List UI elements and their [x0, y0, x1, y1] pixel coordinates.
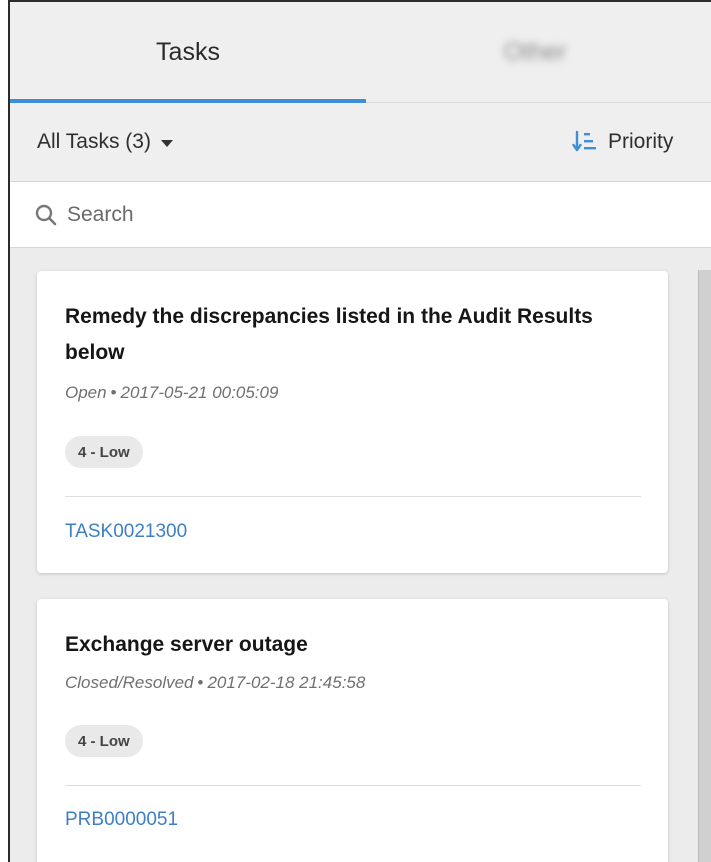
tasks-panel: Tasks Other All Tasks (3) Priority Searc…: [8, 0, 711, 862]
priority-badge: 4 - Low: [65, 725, 143, 757]
task-timestamp: 2017-05-21 00:05:09: [120, 383, 279, 402]
task-meta: Closed/Resolved • 2017-02-18 21:45:58: [65, 673, 365, 693]
caret-down-icon: [160, 139, 173, 147]
sort-label: Priority: [608, 130, 674, 153]
task-filter-dropdown[interactable]: All Tasks (3): [37, 103, 173, 181]
task-card[interactable]: Exchange server outage Closed/Resolved • 2…: [37, 599, 668, 862]
sort-priority-button[interactable]: Priority: [572, 103, 673, 181]
separator-dot: •: [197, 673, 204, 692]
tab-other[interactable]: Other: [370, 2, 700, 102]
side-panel-edge: [698, 270, 711, 862]
sort-icon: [572, 130, 596, 152]
tab-tasks[interactable]: Tasks: [10, 2, 366, 102]
card-divider: [65, 785, 641, 786]
task-title: Exchange server outage: [65, 633, 308, 656]
task-status: Open: [65, 383, 107, 402]
task-number-link[interactable]: TASK0021300: [65, 521, 187, 543]
filter-bar: All Tasks (3) Priority: [10, 103, 711, 182]
tab-bar: Tasks Other: [10, 2, 711, 103]
priority-badge: 4 - Low: [65, 436, 143, 468]
separator-dot: •: [110, 383, 117, 402]
task-list: Remedy the discrepancies listed in the A…: [10, 248, 711, 862]
tab-tasks-label: Tasks: [156, 37, 220, 66]
task-title: Remedy the discrepancies listed in the A…: [65, 305, 593, 364]
task-meta: Open • 2017-05-21 00:05:09: [65, 383, 278, 403]
search-icon: [35, 204, 57, 225]
task-card[interactable]: Remedy the discrepancies listed in the A…: [37, 271, 668, 573]
search-bar: [10, 182, 711, 248]
task-number-link[interactable]: PRB0000051: [65, 809, 178, 831]
task-status: Closed/Resolved: [65, 673, 194, 692]
tab-other-label: Other: [503, 37, 567, 66]
task-timestamp: 2017-02-18 21:45:58: [207, 673, 366, 692]
card-divider: [65, 496, 641, 497]
task-filter-label: All Tasks (3): [37, 130, 151, 153]
search-input[interactable]: [65, 201, 669, 228]
